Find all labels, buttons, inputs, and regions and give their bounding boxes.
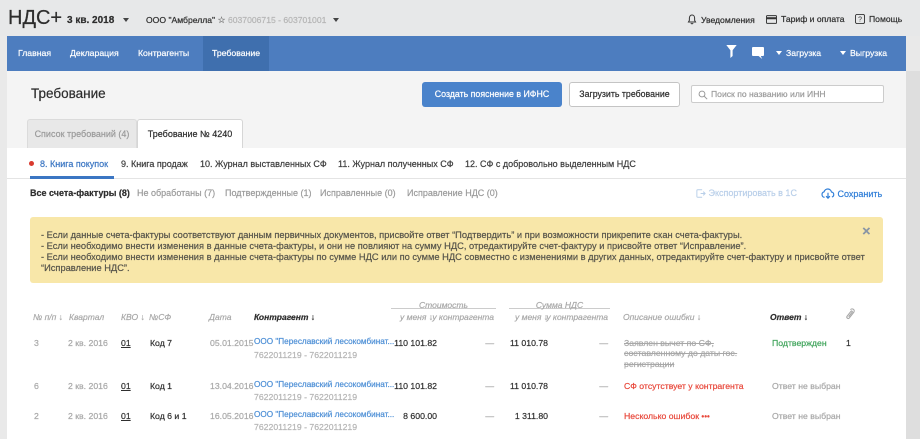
svg-text:?: ?: [858, 17, 862, 24]
